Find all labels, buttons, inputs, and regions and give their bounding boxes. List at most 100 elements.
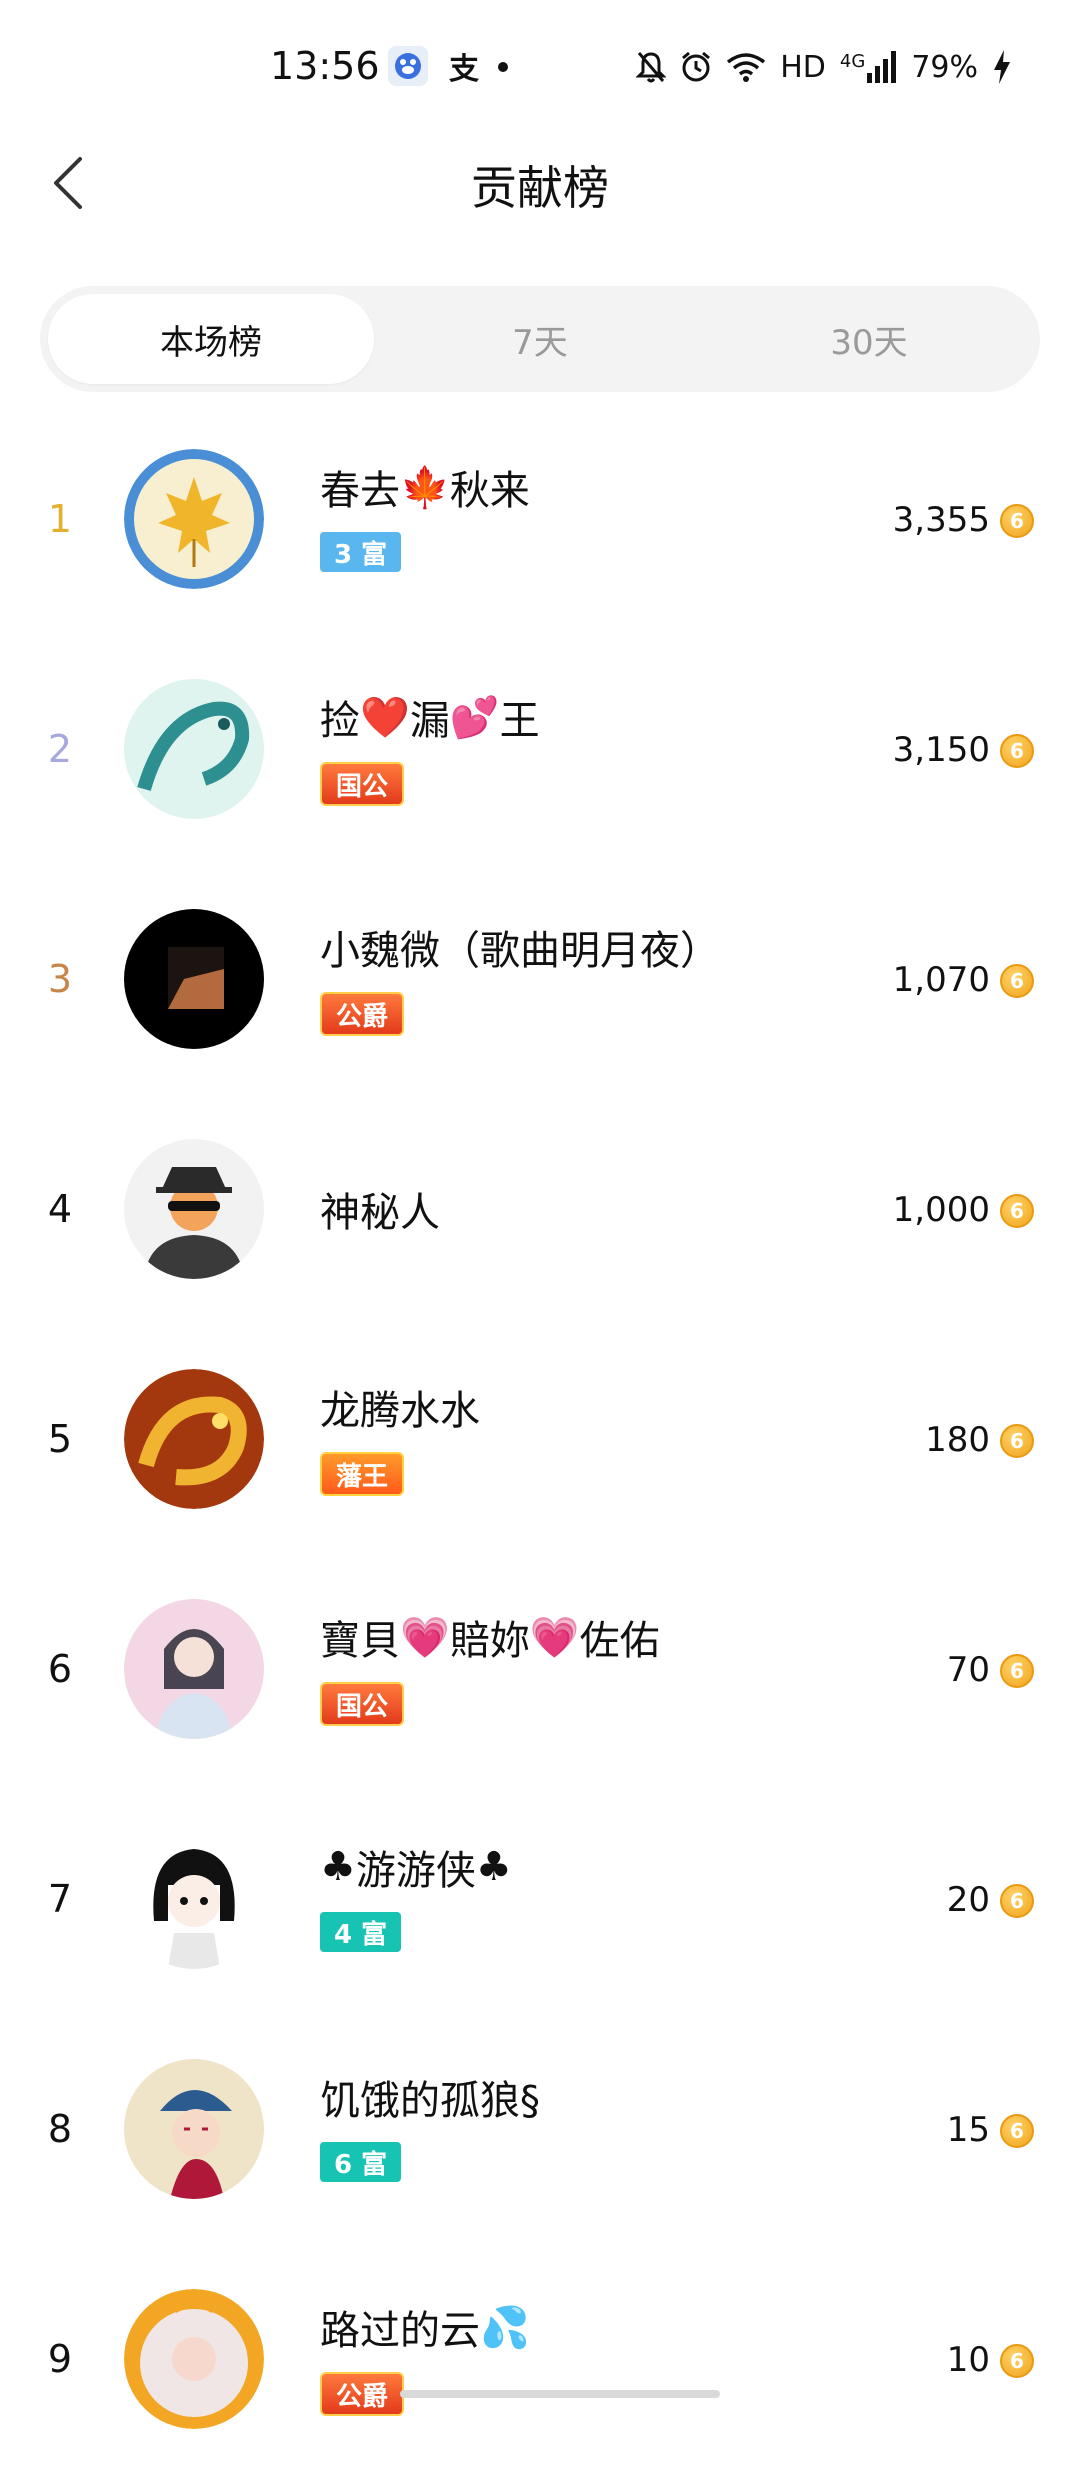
list-item[interactable]: 2 捡❤️漏💕王国公 3,150 6 — [0, 634, 1080, 864]
user-name: 寶貝💗賠妳💗佐佑 — [320, 1608, 660, 1666]
avatar[interactable] — [124, 1369, 264, 1509]
level-badge: 公爵 — [320, 2372, 405, 2416]
name-part: 龙腾水水 — [320, 1388, 480, 1434]
name-part: 春去 — [320, 468, 400, 514]
user-name: 路过的云💦 — [320, 2298, 530, 2356]
name-part: 路过的云 — [320, 2308, 480, 2354]
level-badge: 国公 — [320, 762, 405, 806]
user-name: 饥饿的孤狼§ — [320, 2068, 540, 2126]
name-part: 寶貝 — [320, 1618, 400, 1664]
avatar[interactable] — [124, 2289, 264, 2429]
coin-icon: 6 — [1000, 504, 1034, 538]
name-part: 漏 — [409, 698, 450, 744]
coin-icon: 6 — [1000, 734, 1034, 768]
list-item[interactable]: 1 春去🍁秋来 3 富 3,355 6 — [0, 404, 1080, 634]
rank-number: 8 — [47, 2107, 73, 2151]
list-item[interactable]: 8 饥饿的孤狼§ 6 富 15 6 — [0, 2014, 1080, 2244]
level-badge: 6 富 — [320, 2142, 402, 2182]
wifi-icon — [726, 52, 766, 82]
name-part: 🍁 — [400, 464, 450, 511]
rank-number: 7 — [47, 1877, 73, 1921]
network-type: HD — [780, 49, 826, 85]
avatar[interactable] — [124, 2059, 264, 2199]
avatar[interactable] — [124, 1829, 264, 1969]
user-name: 春去🍁秋来 — [320, 458, 530, 516]
user-name: 小魏微（歌曲明月夜） — [320, 918, 720, 976]
user-name: ♣游游侠♣ — [320, 1838, 512, 1896]
tab-current-session[interactable]: 本场榜 — [48, 294, 374, 384]
signal-icon: 4G — [840, 51, 897, 83]
rank-number: 6 — [47, 1647, 73, 1691]
list-item[interactable]: 9 路过的云💦 公爵 10 6 — [0, 2244, 1080, 2474]
avatar[interactable] — [124, 1139, 264, 1279]
scroll-indicator — [400, 2390, 720, 2398]
list-item[interactable]: 4 神秘人 1,000 6 — [0, 1094, 1080, 1324]
mute-bell-icon — [636, 50, 667, 84]
notification-dot-icon — [498, 62, 508, 72]
rank-number: 1 — [47, 497, 73, 541]
contribution-score: 1,070 — [892, 960, 990, 1000]
list-item[interactable]: 7 ♣游游侠♣ 4 富 20 6 — [0, 1784, 1080, 2014]
charging-icon — [992, 50, 1012, 84]
name-part: 佐佑 — [579, 1618, 660, 1664]
user-name: 龙腾水水 — [320, 1378, 480, 1436]
period-tabs: 本场榜 7天 30天 — [40, 286, 1040, 392]
status-time: 13:56 — [270, 44, 380, 88]
user-name: 神秘人 — [320, 1180, 440, 1238]
level-badge: 国公 — [320, 1682, 405, 1726]
coin-icon: 6 — [1000, 1884, 1034, 1918]
avatar[interactable] — [124, 909, 264, 1049]
level-badge: 藩王 — [320, 1452, 405, 1496]
name-part: 💗 — [529, 1614, 580, 1661]
rank-number: 9 — [47, 2337, 73, 2381]
avatar[interactable] — [124, 449, 264, 589]
contribution-score: 15 — [946, 2110, 990, 2150]
name-part: 💕 — [449, 694, 500, 741]
list-item[interactable]: 3 小魏微（歌曲明月夜） 公爵 1,070 6 — [0, 864, 1080, 1094]
level-badge: 公爵 — [320, 992, 405, 1036]
coin-icon: 6 — [1000, 1194, 1034, 1228]
tab-7-days[interactable]: 7天 — [377, 294, 703, 384]
status-icons: HD 4G 79% — [636, 44, 1012, 90]
alipay-app-icon: 支 — [449, 52, 479, 87]
rank-number: 4 — [47, 1187, 73, 1231]
name-part: ❤️ — [360, 694, 410, 741]
contribution-score: 1,000 — [892, 1190, 990, 1230]
alarm-icon — [680, 50, 712, 84]
level-badge: 3 富 — [320, 532, 402, 572]
avatar[interactable] — [124, 679, 264, 819]
name-part: ♣ — [320, 1844, 356, 1890]
user-name: 捡❤️漏💕王 — [320, 688, 540, 746]
avatar[interactable] — [124, 1599, 264, 1739]
name-part: ♣ — [475, 1844, 512, 1890]
tab-30-days[interactable]: 30天 — [706, 294, 1032, 384]
name-part: 神秘人 — [320, 1190, 440, 1236]
name-part: 💗 — [400, 1614, 450, 1661]
level-badge: 4 富 — [320, 1912, 402, 1952]
name-part: 饥饿的孤狼§ — [320, 2078, 540, 2124]
rank-number: 5 — [47, 1417, 73, 1461]
baidu-app-icon — [388, 46, 428, 86]
contribution-score: 180 — [925, 1420, 990, 1460]
battery-percent: 79% — [911, 49, 978, 85]
rank-number: 3 — [47, 957, 73, 1001]
contribution-score: 3,150 — [892, 730, 990, 770]
name-part: 小魏微（歌曲明月夜） — [320, 928, 720, 974]
name-part: 賠妳 — [449, 1618, 530, 1664]
signal-label: 4G — [839, 51, 866, 72]
page-title: 贡献榜 — [471, 161, 609, 215]
list-item[interactable]: 6 寶貝💗賠妳💗佐佑 国公 70 6 — [0, 1554, 1080, 1784]
rank-number: 2 — [47, 727, 73, 771]
name-part: 💦 — [480, 2304, 530, 2351]
coin-icon: 6 — [1000, 2114, 1034, 2148]
name-part: 王 — [499, 698, 540, 744]
coin-icon: 6 — [1000, 964, 1034, 998]
name-part: 游游侠 — [355, 1848, 476, 1894]
list-item[interactable]: 5 龙腾水水藩王 180 6 — [0, 1324, 1080, 1554]
status-bar: 13:56 支 HD 4G 79% — [0, 0, 1080, 135]
coin-icon: 6 — [1000, 1424, 1034, 1458]
contribution-score: 70 — [946, 1650, 990, 1690]
name-part: 秋来 — [449, 468, 530, 514]
coin-icon: 6 — [1000, 2344, 1034, 2378]
coin-icon: 6 — [1000, 1654, 1034, 1688]
